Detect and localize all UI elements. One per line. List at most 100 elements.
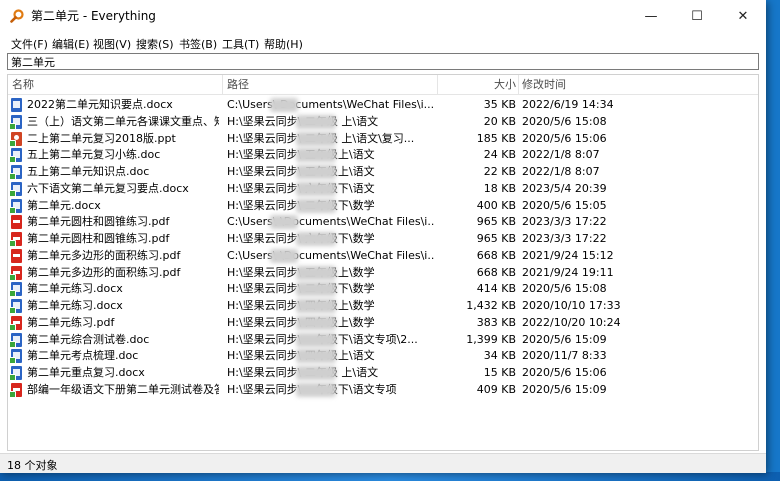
file-name: 第二单元重点复习.docx	[27, 366, 145, 379]
menu-view[interactable]: 视图(V)	[93, 37, 131, 53]
pdf-icon	[9, 232, 22, 247]
docx-icon	[9, 366, 22, 381]
column-divider[interactable]	[222, 75, 223, 94]
column-header-path[interactable]: 路径	[227, 75, 249, 94]
docx-icon	[9, 165, 22, 180]
table-row[interactable]: 三（上）语文第二单元各课课文重点、知...H:\坚果云同步\ 二年级 上\语文2…	[8, 114, 758, 130]
redaction-blur	[296, 131, 336, 146]
table-row[interactable]: 第二单元考点梳理.doc H:\坚果云同步\ 四年级上\语文 34 KB 2020/1…	[8, 348, 758, 365]
file-name: 第二单元练习.pdf	[27, 315, 115, 329]
docx-icon	[9, 332, 22, 348]
desktop-taskbar-strip	[0, 472, 780, 481]
file-name: 第二单元圆柱和圆锥练习.pdf	[27, 215, 170, 229]
maximize-button[interactable]: ☐	[674, 0, 720, 32]
file-size: 383 KB	[476, 315, 516, 329]
file-size: 185 KB	[476, 131, 516, 145]
table-row[interactable]: 2022第二单元知识要点.docx C:\Users\ Documents\WeC…	[8, 97, 758, 113]
redaction-blur	[296, 349, 336, 364]
file-modified: 2020/10/10 17:33	[522, 299, 621, 312]
file-size: 24 KB	[483, 148, 516, 162]
table-row[interactable]: 第二单元练习.pdf H:\坚果云同步\ 四年级上\数学 383 KB 2022/10…	[8, 315, 758, 331]
sync-badge-icon	[9, 122, 16, 130]
table-row[interactable]: 第二单元多边形的面积练习.pdf C:\Users\ \Documents\WeC…	[8, 248, 758, 264]
sync-badge-icon	[9, 290, 16, 298]
docx-icon	[9, 181, 22, 197]
sync-badge-icon	[9, 307, 16, 314]
status-bar: 18 个对象	[0, 453, 766, 473]
redaction-blur	[296, 232, 336, 246]
column-header-name[interactable]: 名称	[12, 75, 34, 94]
minimize-button[interactable]: —	[628, 0, 674, 32]
table-row[interactable]: 第二单元综合测试卷.doc H:\坚果云同步\ 一年级下\语文专项\2... 1,3…	[8, 332, 758, 348]
file-modified: 2023/5/4 20:39	[522, 181, 607, 195]
file-modified: 2020/5/6 15:06	[522, 131, 607, 145]
file-modified: 2023/3/3 17:22	[522, 215, 607, 229]
table-row[interactable]: 第二单元圆柱和圆锥练习.pdf H:\坚果云同步\ 六年级下\数学 965 KB 20…	[8, 231, 758, 247]
sync-badge-icon	[9, 323, 16, 331]
title-bar[interactable]: 第二单元 - Everything — ☐ ✕	[0, 0, 766, 32]
redaction-blur	[296, 315, 336, 330]
redaction-blur	[270, 248, 298, 263]
file-modified: 2021/9/24 19:11	[522, 265, 614, 279]
file-size: 15 KB	[483, 366, 516, 379]
docx-icon	[9, 349, 22, 365]
sync-badge-icon	[9, 273, 16, 281]
menu-bookmarks[interactable]: 书签(B)	[179, 37, 217, 53]
file-size: 1,399 KB	[466, 332, 516, 346]
docx-icon	[11, 98, 22, 112]
menu-file[interactable]: 文件(F)	[11, 37, 48, 53]
file-size: 35 KB	[483, 98, 516, 111]
table-row[interactable]: 第二单元圆柱和圆锥练习.pdf C:\Users\ \Documents\WeCh…	[8, 214, 758, 230]
table-row[interactable]: 第二单元.docx H:\坚果云同步\ 二年级下\数学 400 KB 2020/5/6…	[8, 198, 758, 214]
table-row[interactable]: 五上第二单元知识点.doc H:\坚果云同步\ 五年级上\语文 22 KB 2022/…	[8, 164, 758, 180]
file-name: 部编一年级语文下册第二单元测试卷及答...	[27, 382, 219, 396]
sync-badge-icon	[9, 139, 16, 147]
redaction-blur	[296, 181, 336, 196]
table-row[interactable]: 第二单元练习.docx H:\坚果云同步\ 二年级下\数学 414 KB 2020/5…	[8, 281, 758, 298]
file-size: 34 KB	[483, 349, 516, 363]
file-name: 第二单元.docx	[27, 198, 101, 212]
table-row[interactable]: 二上第二单元复习2018版.pptH:\坚果云同步\ 二年级 上\语文\复习..…	[8, 131, 758, 147]
search-input[interactable]	[8, 54, 754, 69]
docx-icon	[9, 299, 22, 314]
file-name: 六下语文第二单元复习要点.docx	[27, 181, 189, 195]
column-divider[interactable]	[437, 75, 438, 94]
sync-badge-icon	[9, 357, 16, 365]
table-row[interactable]: 第二单元重点复习.docxH:\坚果云同步\ 二年级 上\语文15 KB2020…	[8, 365, 758, 381]
close-button[interactable]: ✕	[720, 0, 766, 32]
column-divider[interactable]	[518, 75, 519, 94]
file-size: 20 KB	[483, 114, 516, 128]
redaction-blur	[296, 332, 336, 347]
table-row[interactable]: 第二单元练习.docx H:\坚果云同步\ 四年级上\数学 1,432 KB 2020…	[8, 298, 758, 314]
pdf-icon	[9, 382, 22, 398]
file-name: 五上第二单元复习小练.doc	[27, 148, 161, 162]
table-row[interactable]: 六下语文第二单元复习要点.docx H:\坚果云同步\ 六年级下\语文 18 KB 2…	[8, 181, 758, 197]
menu-search[interactable]: 搜索(S)	[136, 37, 174, 53]
file-size: 668 KB	[476, 248, 516, 262]
file-name: 五上第二单元知识点.doc	[27, 165, 150, 178]
menu-help[interactable]: 帮助(H)	[264, 37, 303, 53]
column-header-date[interactable]: 修改时间	[522, 75, 566, 94]
redaction-blur	[296, 265, 336, 280]
table-row[interactable]: 五上第二单元复习小练.doc H:\坚果云同步\ 五年级上\语文 24 KB 2022…	[8, 147, 758, 164]
column-header-size[interactable]: 大小	[440, 75, 516, 94]
everything-window: 第二单元 - Everything — ☐ ✕ 文件(F) 编辑(E) 视图(V…	[0, 0, 766, 473]
file-modified: 2020/5/6 15:08	[522, 282, 607, 296]
file-name: 第二单元多边形的面积练习.pdf	[27, 248, 181, 262]
ppt-icon	[9, 131, 22, 147]
table-row[interactable]: 部编一年级语文下册第二单元测试卷及答... H:\坚果云同步\ 一年级下\语文专项…	[8, 382, 758, 398]
sync-badge-icon	[9, 189, 16, 197]
redaction-blur	[296, 299, 336, 313]
file-size: 18 KB	[483, 181, 516, 195]
file-name: 第二单元考点梳理.doc	[27, 349, 139, 363]
menu-bar: 文件(F) 编辑(E) 视图(V) 搜索(S) 书签(B) 工具(T) 帮助(H…	[0, 36, 766, 54]
magnifier-icon	[10, 9, 24, 23]
results-list[interactable]: 名称 路径 大小 修改时间 2022第二单元知识要点.docx C:\Users\…	[7, 74, 759, 451]
maximize-icon: ☐	[691, 8, 703, 24]
file-modified: 2022/1/8 8:07	[522, 148, 600, 162]
sync-badge-icon	[9, 206, 16, 214]
table-row[interactable]: 第二单元多边形的面积练习.pdf H:\坚果云同步\ 五年级上\数学 668 KB 2…	[8, 265, 758, 281]
close-icon: ✕	[737, 8, 749, 24]
menu-tools[interactable]: 工具(T)	[222, 37, 259, 53]
menu-edit[interactable]: 编辑(E)	[52, 37, 90, 53]
